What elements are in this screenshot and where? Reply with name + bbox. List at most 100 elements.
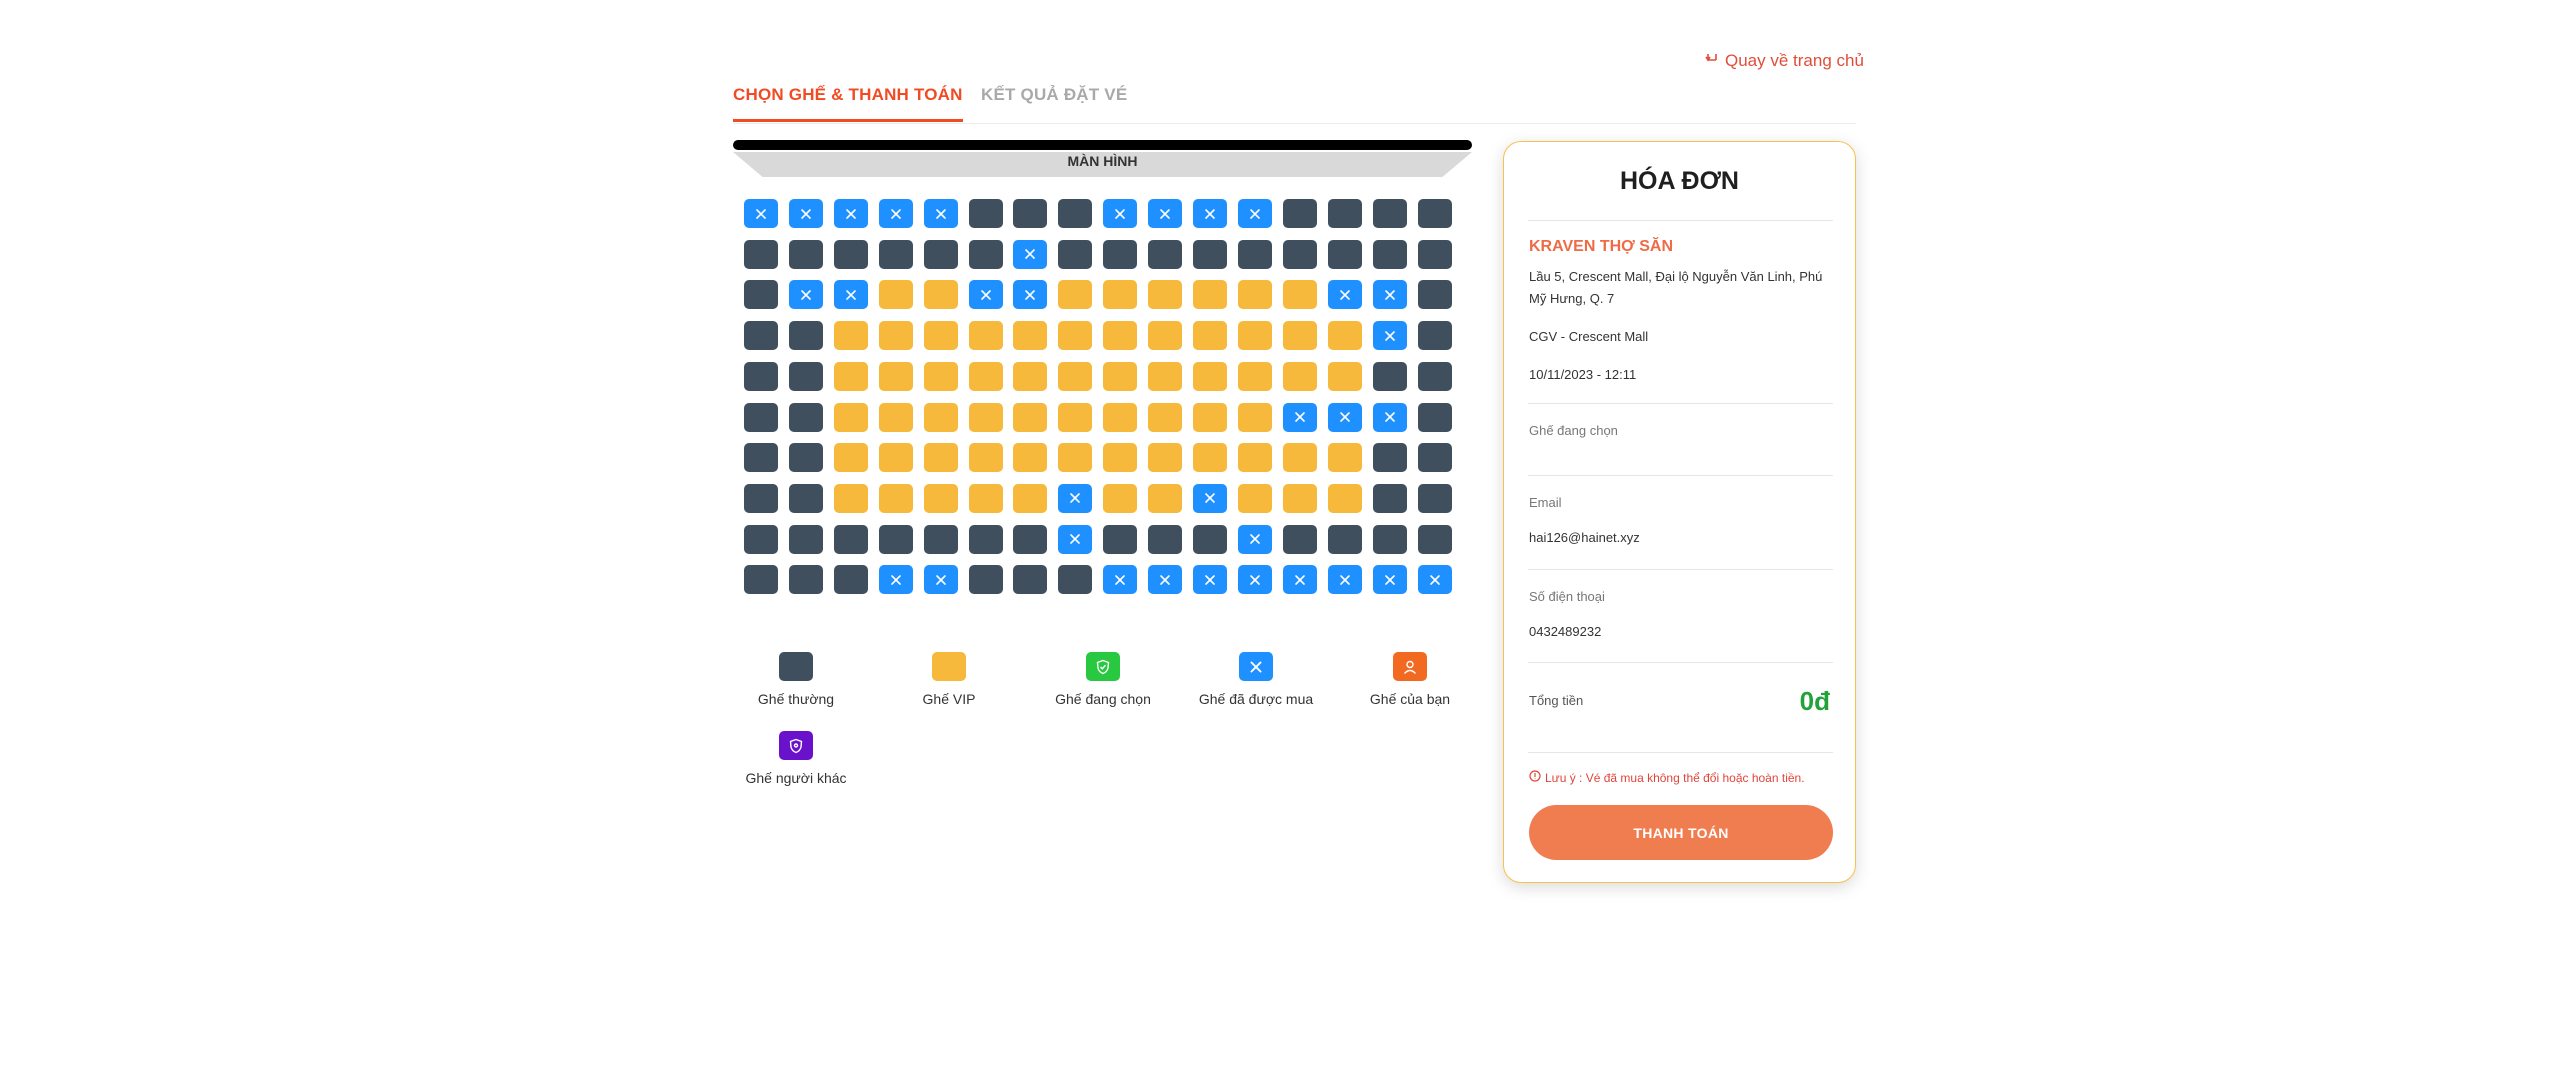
seat-vip[interactable] xyxy=(1103,402,1138,432)
seat-vip[interactable] xyxy=(968,361,1003,391)
seat-vip[interactable] xyxy=(968,483,1003,513)
seat-vip[interactable] xyxy=(968,321,1003,351)
seat-normal[interactable] xyxy=(878,239,913,269)
seat-vip[interactable] xyxy=(1193,402,1227,432)
seat-normal[interactable] xyxy=(1282,199,1317,228)
seat-vip[interactable] xyxy=(1193,361,1227,391)
seat-vip[interactable] xyxy=(833,443,868,473)
seat-vip[interactable] xyxy=(1237,280,1272,310)
seat-normal[interactable] xyxy=(1417,524,1452,554)
seat-normal[interactable] xyxy=(878,524,913,554)
seat-vip[interactable] xyxy=(1237,402,1272,432)
seat-vip[interactable] xyxy=(878,321,913,351)
seat-vip[interactable] xyxy=(1237,321,1272,351)
seat-vip[interactable] xyxy=(968,443,1003,473)
seat-vip[interactable] xyxy=(1148,443,1183,473)
seat-vip[interactable] xyxy=(1282,443,1317,473)
seat-normal[interactable] xyxy=(1327,239,1362,269)
seat-normal[interactable] xyxy=(1372,524,1407,554)
seat-normal[interactable] xyxy=(744,443,778,473)
seat-normal[interactable] xyxy=(1417,443,1452,473)
seat-normal[interactable] xyxy=(1193,524,1227,554)
seat-vip[interactable] xyxy=(1058,321,1093,351)
seat-vip[interactable] xyxy=(833,483,868,513)
seat-vip[interactable] xyxy=(1103,361,1138,391)
seat-vip[interactable] xyxy=(1058,402,1093,432)
seat-vip[interactable] xyxy=(1193,321,1227,351)
seat-normal[interactable] xyxy=(1417,199,1452,228)
seat-normal[interactable] xyxy=(744,239,778,269)
seat-vip[interactable] xyxy=(1103,483,1138,513)
seat-normal[interactable] xyxy=(744,483,778,513)
seat-vip[interactable] xyxy=(1013,321,1048,351)
seat-normal[interactable] xyxy=(788,443,823,473)
seat-vip[interactable] xyxy=(1148,361,1183,391)
seat-normal[interactable] xyxy=(1058,565,1093,595)
seat-normal[interactable] xyxy=(1282,524,1317,554)
seat-vip[interactable] xyxy=(1327,483,1362,513)
seat-vip[interactable] xyxy=(1327,321,1362,351)
seat-vip[interactable] xyxy=(878,361,913,391)
seat-normal[interactable] xyxy=(788,402,823,432)
seat-normal[interactable] xyxy=(1417,280,1452,310)
seat-vip[interactable] xyxy=(878,483,913,513)
seat-normal[interactable] xyxy=(968,199,1003,228)
seat-vip[interactable] xyxy=(1148,280,1183,310)
seat-normal[interactable] xyxy=(833,565,868,595)
seat-vip[interactable] xyxy=(1282,280,1317,310)
seat-vip[interactable] xyxy=(1327,361,1362,391)
seat-vip[interactable] xyxy=(1148,321,1183,351)
seat-vip[interactable] xyxy=(1148,483,1183,513)
seat-normal[interactable] xyxy=(1417,483,1452,513)
seat-vip[interactable] xyxy=(1327,443,1362,473)
seat-vip[interactable] xyxy=(1058,361,1093,391)
seat-vip[interactable] xyxy=(968,402,1003,432)
seat-normal[interactable] xyxy=(1013,524,1048,554)
seat-normal[interactable] xyxy=(788,361,823,391)
seat-vip[interactable] xyxy=(1013,402,1048,432)
tab-select-seat[interactable]: CHỌN GHẾ & THANH TOÁN xyxy=(733,85,963,122)
seat-vip[interactable] xyxy=(878,402,913,432)
seat-vip[interactable] xyxy=(1148,402,1183,432)
seat-normal[interactable] xyxy=(833,239,868,269)
seat-vip[interactable] xyxy=(1193,443,1227,473)
tab-booking-result[interactable]: KẾT QUẢ ĐẶT VÉ xyxy=(981,85,1127,105)
seat-normal[interactable] xyxy=(923,524,958,554)
seat-normal[interactable] xyxy=(744,280,778,310)
seat-normal[interactable] xyxy=(1327,199,1362,228)
seat-vip[interactable] xyxy=(833,321,868,351)
seat-normal[interactable] xyxy=(1417,402,1452,432)
seat-normal[interactable] xyxy=(1237,239,1272,269)
seat-vip[interactable] xyxy=(1013,361,1048,391)
seat-vip[interactable] xyxy=(923,402,958,432)
seat-vip[interactable] xyxy=(1282,361,1317,391)
seat-vip[interactable] xyxy=(1103,443,1138,473)
seat-normal[interactable] xyxy=(1417,239,1452,269)
seat-normal[interactable] xyxy=(1417,361,1452,391)
seat-vip[interactable] xyxy=(1013,443,1048,473)
seat-normal[interactable] xyxy=(1058,199,1093,228)
seat-vip[interactable] xyxy=(1193,280,1227,310)
seat-vip[interactable] xyxy=(1237,443,1272,473)
seat-normal[interactable] xyxy=(1282,239,1317,269)
seat-normal[interactable] xyxy=(744,565,778,595)
seat-normal[interactable] xyxy=(744,402,778,432)
seat-vip[interactable] xyxy=(923,321,958,351)
seat-normal[interactable] xyxy=(788,524,823,554)
seat-normal[interactable] xyxy=(744,321,778,351)
seat-normal[interactable] xyxy=(968,565,1003,595)
seat-vip[interactable] xyxy=(923,443,958,473)
seat-vip[interactable] xyxy=(1103,321,1138,351)
seat-normal[interactable] xyxy=(744,361,778,391)
seat-normal[interactable] xyxy=(1148,524,1183,554)
seat-normal[interactable] xyxy=(1372,239,1407,269)
seat-vip[interactable] xyxy=(923,361,958,391)
seat-vip[interactable] xyxy=(1103,280,1138,310)
seat-normal[interactable] xyxy=(968,239,1003,269)
seat-normal[interactable] xyxy=(923,239,958,269)
seat-normal[interactable] xyxy=(744,524,778,554)
seat-normal[interactable] xyxy=(1013,199,1048,228)
seat-normal[interactable] xyxy=(1417,321,1452,351)
seat-vip[interactable] xyxy=(1013,483,1048,513)
seat-normal[interactable] xyxy=(1372,443,1407,473)
